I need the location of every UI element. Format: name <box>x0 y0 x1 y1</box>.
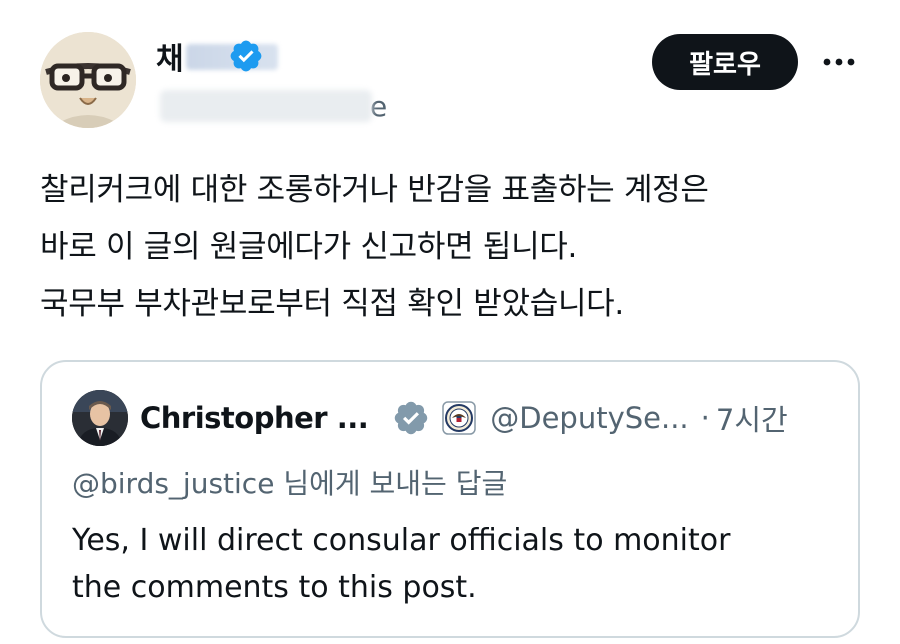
post: 채 e 팔로우 찰리커크에 대한 조롱하거나 반감을 표출하는 계정은 바로 이… <box>0 0 900 644</box>
quoted-text-line: Yes, I will direct consular officials to… <box>72 523 731 558</box>
quoted-text-line: the comments to this post. <box>72 570 477 605</box>
quoted-author-handle[interactable]: @DeputySe... <box>490 401 688 435</box>
state-department-seal-icon <box>442 401 476 435</box>
follow-button[interactable]: 팔로우 <box>652 34 798 90</box>
author-name-row[interactable]: 채 <box>156 34 278 78</box>
post-text: 찰리커크에 대한 조롱하거나 반감을 표출하는 계정은 바로 이 글의 원글에다… <box>40 162 860 333</box>
quoted-author-name[interactable]: Christopher ... <box>140 401 369 435</box>
author-handle-row[interactable]: e <box>156 86 396 126</box>
quoted-post-header: Christopher ... @DeputySe... · 7시간 <box>140 392 788 444</box>
separator-dot: · <box>700 401 710 435</box>
more-button[interactable] <box>818 44 860 80</box>
glasses-character-avatar <box>40 32 136 128</box>
post-text-line: 국무부 부차관보로부터 직접 확인 받았습니다. <box>40 286 624 322</box>
author-handle-visible: e <box>370 90 388 123</box>
author-display-name[interactable]: 채 <box>156 34 184 78</box>
replying-to-handle[interactable]: @birds_justice <box>72 467 274 500</box>
government-badge-icon <box>395 401 428 435</box>
author-avatar[interactable] <box>40 32 136 128</box>
portrait-avatar <box>72 390 128 446</box>
quoted-post-time[interactable]: 7시간 <box>716 397 788 439</box>
quoted-post-card[interactable]: Christopher ... @DeputySe... · 7시간 @bird… <box>40 360 860 638</box>
post-text-line: 바로 이 글의 원글에다가 신고하면 됩니다. <box>40 229 578 265</box>
verified-badge-icon <box>230 40 262 72</box>
replying-to-label: 님에게 보내는 답글 <box>274 467 508 500</box>
more-icon <box>823 58 855 66</box>
post-text-line: 찰리커크에 대한 조롱하거나 반감을 표출하는 계정은 <box>40 172 709 208</box>
replying-to-line: @birds_justice 님에게 보내는 답글 <box>72 462 507 502</box>
quoted-post-text: Yes, I will direct consular officials to… <box>72 517 832 611</box>
redaction-blur <box>160 90 372 122</box>
quoted-author-avatar[interactable] <box>72 390 128 446</box>
